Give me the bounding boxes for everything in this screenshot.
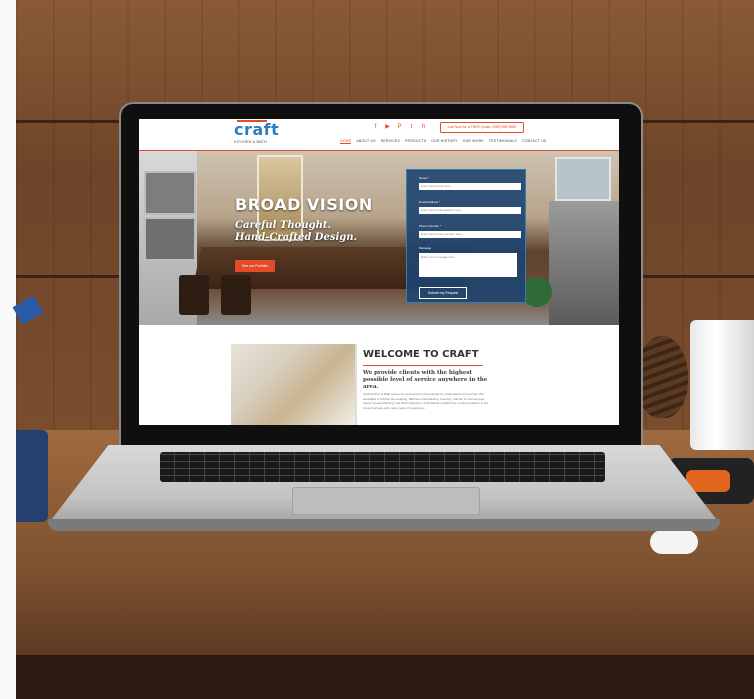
name-label: Name * — [419, 176, 430, 180]
site-header: craft KITCHEN & BATH f ▶ P t h Call Now … — [139, 119, 619, 151]
hero-fridge — [549, 201, 619, 325]
nav-item-services[interactable]: SERVICES — [381, 139, 400, 144]
welcome-section: WELCOME TO CRAFT We provide clients with… — [139, 325, 619, 425]
nav-item-testimonials[interactable]: TESTIMONIALS — [489, 139, 517, 144]
welcome-lead: We provide clients with the highest poss… — [363, 370, 488, 390]
welcome-body: Craft Kitchen & Bath serves the area and… — [363, 392, 489, 410]
quote-request-form: Name * Enter your name here... Email Add… — [406, 169, 526, 303]
twitter-icon[interactable]: t — [408, 124, 415, 131]
welcome-divider — [363, 365, 483, 366]
houzz-icon[interactable]: h — [420, 124, 427, 131]
hero-banner: BROAD VISION Careful Thought. Hand-Craft… — [139, 151, 619, 325]
coffee-mug — [690, 320, 754, 450]
kitchen-sketch-image — [231, 344, 357, 425]
name-field[interactable]: Enter your name here... — [419, 183, 521, 190]
earbuds — [650, 530, 698, 554]
logo-subline: KITCHEN & BATH — [234, 139, 267, 144]
hero-oven — [144, 217, 196, 261]
nav-item-contact-us[interactable]: CONTACT US — [522, 139, 546, 144]
phone-field[interactable]: Enter your phone number here... — [419, 231, 521, 238]
pinterest-icon[interactable]: P — [396, 124, 403, 131]
site-logo[interactable]: craft — [234, 120, 279, 139]
laptop-screen-website: craft KITCHEN & BATH f ▶ P t h Call Now … — [139, 119, 619, 425]
call-now-button[interactable]: Call Now for a FREE Quote: (555) 555-555… — [440, 122, 524, 133]
youtube-icon[interactable]: ▶ — [384, 124, 391, 131]
hero-stool — [179, 275, 209, 315]
submit-request-button[interactable]: Submit my Request — [419, 287, 467, 299]
smartphone — [16, 430, 48, 522]
hero-stool — [221, 275, 251, 315]
desk-edge — [16, 655, 754, 699]
email-label: Email Address * — [419, 200, 441, 204]
photo-scene: craft KITCHEN & BATH f ▶ P t h Call Now … — [0, 0, 754, 699]
see-portfolio-button[interactable]: See our Portfolio — [235, 260, 275, 272]
message-field[interactable]: Enter your message here... — [419, 253, 517, 277]
phone-label: Phone Number * — [419, 224, 442, 228]
nav-item-home[interactable]: HOME — [340, 139, 352, 144]
email-field[interactable]: Enter your email address here... — [419, 207, 521, 214]
nav-item-our-work[interactable]: OUR WORK — [463, 139, 484, 144]
nav-item-about-us[interactable]: ABOUT US — [356, 139, 375, 144]
facebook-icon[interactable]: f — [372, 124, 379, 131]
pinecone — [636, 336, 688, 418]
message-label: Message — [419, 246, 432, 250]
laptop-keyboard — [160, 452, 605, 482]
hero-tagline: Careful Thought. Hand-Crafted Design. — [235, 220, 357, 244]
hero-window — [555, 157, 611, 201]
laptop-trackpad — [292, 487, 480, 515]
nav-item-our-history[interactable]: OUR HISTORY — [431, 139, 457, 144]
social-links: f ▶ P t h — [372, 124, 427, 132]
nav-item-products[interactable]: PRODUCTS — [405, 139, 426, 144]
hero-oven — [144, 171, 196, 215]
hero-title: BROAD VISION — [235, 195, 373, 214]
welcome-title: WELCOME TO CRAFT — [363, 349, 479, 360]
hero-plant — [522, 277, 552, 307]
hero-tagline-line-2: Hand-Crafted Design. — [235, 232, 358, 243]
main-nav: HOME ABOUT US SERVICES PRODUCTS OUR HIST… — [340, 139, 546, 144]
laptop-base-edge — [48, 519, 720, 531]
image-border — [0, 0, 16, 699]
hero-tagline-line-1: Careful Thought. — [235, 220, 331, 231]
